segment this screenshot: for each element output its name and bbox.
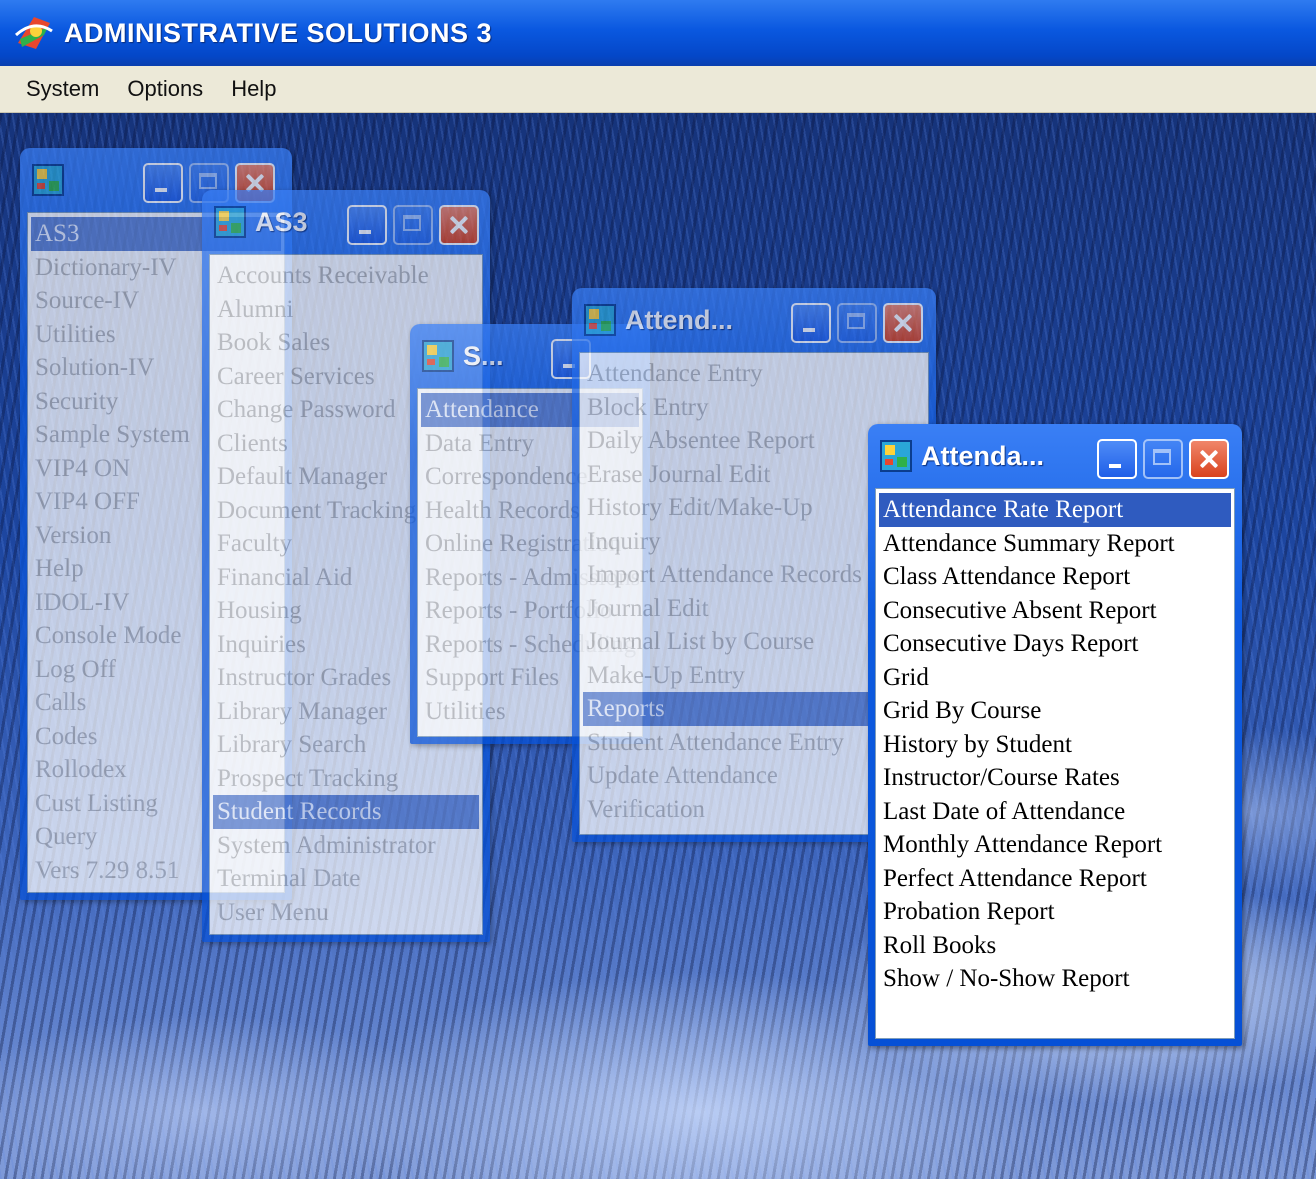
list-item[interactable]: Block Entry [583,391,925,425]
list-item[interactable]: History by Student [879,728,1231,762]
minimize-icon[interactable] [143,163,183,203]
list-item[interactable]: Roll Books [879,929,1231,963]
as3-window-icon [214,206,246,238]
menu-bar: System Options Help [0,66,1316,113]
list-item[interactable]: Last Date of Attendance [879,795,1231,829]
app-title: ADMINISTRATIVE SOLUTIONS 3 [64,17,493,48]
menu-help[interactable]: Help [231,76,276,102]
attendance-reports-window[interactable]: Attenda... Attendance Rate Report Attenda… [868,424,1242,1046]
window-titlebar[interactable]: AS3 [209,190,483,254]
close-icon[interactable] [439,205,479,245]
window-titlebar[interactable]: Attend... [579,288,929,352]
list-item[interactable]: Attendance Summary Report [879,527,1231,561]
list-item[interactable]: Perfect Attendance Report [879,862,1231,896]
list-item[interactable]: Consecutive Days Report [879,627,1231,661]
list-item[interactable]: Alumni [213,293,479,327]
menu-system[interactable]: System [26,76,99,102]
list-item[interactable]: Instructor/Course Rates [879,761,1231,795]
app-titlebar[interactable]: ADMINISTRATIVE SOLUTIONS 3 [0,0,1316,66]
list-item[interactable]: System Administrator [213,829,479,863]
menu-list-box[interactable]: Attendance Rate Report Attendance Summary… [875,488,1235,1039]
maximize-icon[interactable] [837,303,877,343]
window-caption: AS3 [255,206,308,237]
list-item[interactable]: Attendance Entry [583,357,925,391]
list-item[interactable]: Grid By Course [879,694,1231,728]
list-item[interactable]: Prospect Tracking [213,762,479,796]
minimize-icon[interactable] [1097,439,1137,479]
list-item[interactable]: User Menu [213,896,479,930]
maximize-icon[interactable] [1143,439,1183,479]
close-icon[interactable] [1189,439,1229,479]
window-caption: S... [463,340,504,371]
list-item[interactable]: Accounts Receivable [213,259,479,293]
list-item[interactable]: Grid [879,661,1231,695]
maximize-icon[interactable] [393,205,433,245]
list-item[interactable]: Class Attendance Report [879,560,1231,594]
as3-window-icon [880,440,912,472]
window-titlebar[interactable]: Attenda... [875,424,1235,488]
list-item[interactable]: Probation Report [879,895,1231,929]
window-caption: Attend... [625,304,733,335]
close-icon[interactable] [883,303,923,343]
list-item[interactable]: Attendance Rate Report [879,493,1231,527]
as3-window-icon [584,304,616,336]
list-item[interactable]: Monthly Attendance Report [879,828,1231,862]
minimize-icon[interactable] [791,303,831,343]
list-item[interactable]: Terminal Date [213,862,479,896]
as3-logo-icon [14,13,54,53]
as3-window-icon [32,164,64,196]
list-item[interactable]: Student Records [213,795,479,829]
list-item[interactable]: Consecutive Absent Report [879,594,1231,628]
menu-options[interactable]: Options [127,76,203,102]
as3-window-icon [422,340,454,372]
window-caption: Attenda... [921,440,1045,471]
minimize-icon[interactable] [347,205,387,245]
list-item[interactable]: Show / No-Show Report [879,962,1231,996]
